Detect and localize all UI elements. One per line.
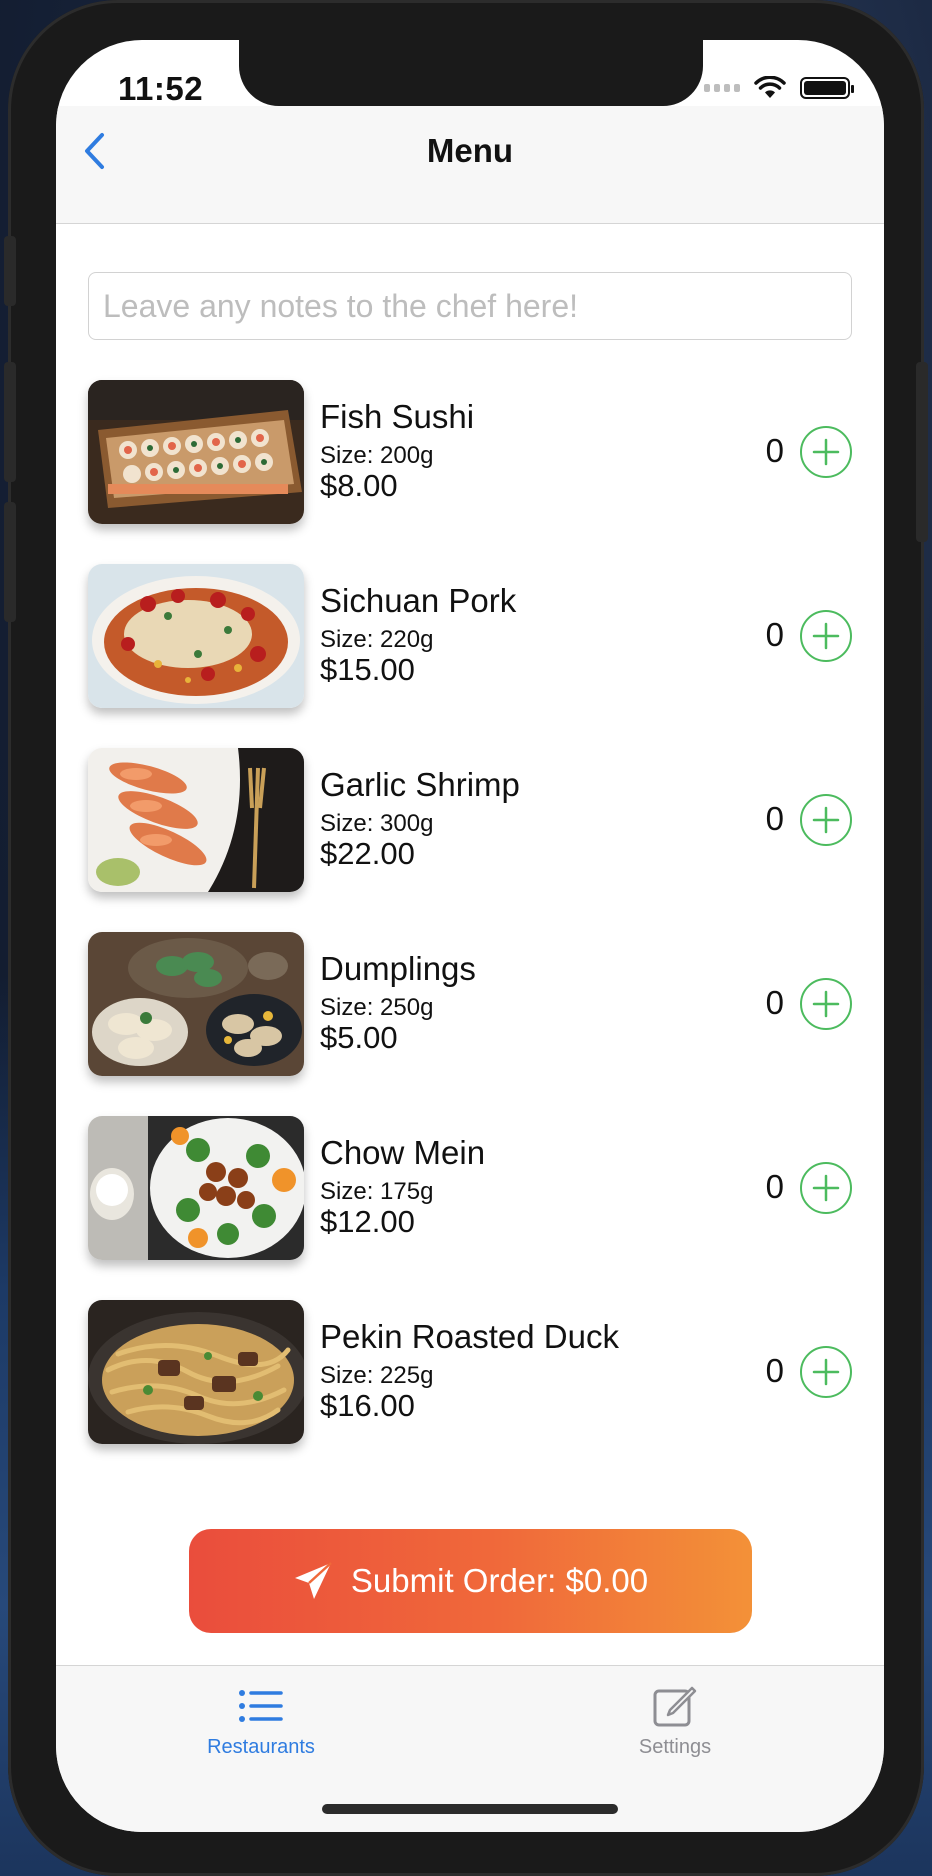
menu-item: Fish Sushi Size: 200g $8.00 0 — [88, 380, 852, 564]
plus-icon — [812, 1358, 840, 1386]
food-image-pekin-roasted-duck — [88, 1300, 304, 1444]
mute-switch — [4, 236, 16, 306]
submit-order-button[interactable]: Submit Order: $0.00 — [189, 1529, 752, 1633]
menu-item: Pekin Roasted Duck Size: 225g $16.00 0 — [88, 1300, 852, 1484]
add-item-button[interactable] — [800, 1346, 852, 1398]
menu-item: Dumplings Size: 250g $5.00 0 — [88, 932, 852, 1116]
tab-settings[interactable]: Settings — [575, 1682, 775, 1759]
home-indicator[interactable] — [322, 1804, 618, 1814]
cellular-signal-icon — [704, 84, 740, 92]
item-size: Size: 225g — [320, 1362, 434, 1389]
phone-frame: 11:52 Menu Leave any notes to the chef h… — [4, 0, 928, 1876]
battery-icon — [800, 77, 854, 99]
tab-restaurants[interactable]: Restaurants — [161, 1682, 361, 1759]
add-item-button[interactable] — [800, 794, 852, 846]
tab-label: Settings — [638, 1736, 712, 1758]
item-name: Dumplings — [320, 950, 476, 987]
submit-order-label: Submit Order: $0.00 — [350, 1562, 649, 1599]
page-title: Menu — [426, 132, 514, 169]
menu-item: Sichuan Pork Size: 220g $15.00 0 — [88, 564, 852, 748]
chef-notes-input[interactable] — [88, 272, 852, 340]
paper-plane-icon — [294, 1562, 332, 1599]
item-price: $12.00 — [320, 1204, 415, 1239]
item-quantity: 0 — [765, 432, 784, 469]
item-size: Size: 175g — [320, 1178, 434, 1205]
notch — [239, 40, 703, 106]
item-size: Size: 200g — [320, 442, 434, 469]
item-quantity: 0 — [765, 616, 784, 653]
status-icons — [704, 76, 854, 100]
food-image-garlic-shrimp — [88, 748, 304, 892]
navigation-bar: Menu — [56, 106, 884, 224]
food-image-fish-sushi — [88, 380, 304, 524]
item-name: Garlic Shrimp — [320, 766, 520, 803]
list-icon — [239, 1690, 283, 1722]
item-price: $15.00 — [320, 652, 415, 687]
volume-down-button — [4, 502, 16, 622]
tab-label: Restaurants — [207, 1736, 315, 1758]
plus-icon — [812, 806, 840, 834]
plus-icon — [812, 622, 840, 650]
screen: 11:52 Menu Leave any notes to the chef h… — [56, 40, 884, 1832]
item-name: Pekin Roasted Duck — [320, 1318, 619, 1355]
plus-icon — [812, 990, 840, 1018]
wifi-icon — [754, 76, 786, 98]
item-quantity: 0 — [765, 984, 784, 1021]
edit-icon — [653, 1686, 697, 1727]
item-price: $16.00 — [320, 1388, 415, 1423]
food-image-sichuan-pork — [88, 564, 304, 708]
item-price: $5.00 — [320, 1020, 398, 1055]
food-image-chow-mein — [88, 1116, 304, 1260]
menu-list: Fish Sushi Size: 200g $8.00 0 Sichuan Po… — [88, 380, 852, 1484]
add-item-button[interactable] — [800, 978, 852, 1030]
plus-icon — [812, 1174, 840, 1202]
item-size: Size: 250g — [320, 994, 434, 1021]
menu-item: Chow Mein Size: 175g $12.00 0 — [88, 1116, 852, 1300]
add-item-button[interactable] — [800, 426, 852, 478]
plus-icon — [812, 438, 840, 466]
item-size: Size: 300g — [320, 810, 434, 837]
add-item-button[interactable] — [800, 610, 852, 662]
status-time: 11:52 — [118, 70, 204, 107]
power-button — [916, 362, 928, 542]
item-size: Size: 220g — [320, 626, 434, 653]
item-quantity: 0 — [765, 1168, 784, 1205]
item-price: $8.00 — [320, 468, 398, 503]
item-price: $22.00 — [320, 836, 415, 871]
add-item-button[interactable] — [800, 1162, 852, 1214]
item-quantity: 0 — [765, 800, 784, 837]
item-name: Chow Mein — [320, 1134, 486, 1171]
item-name: Sichuan Pork — [320, 582, 517, 619]
item-quantity: 0 — [765, 1352, 784, 1389]
menu-item: Garlic Shrimp Size: 300g $22.00 0 — [88, 748, 852, 932]
volume-up-button — [4, 362, 16, 482]
item-name: Fish Sushi — [320, 398, 475, 435]
food-image-dumplings — [88, 932, 304, 1076]
